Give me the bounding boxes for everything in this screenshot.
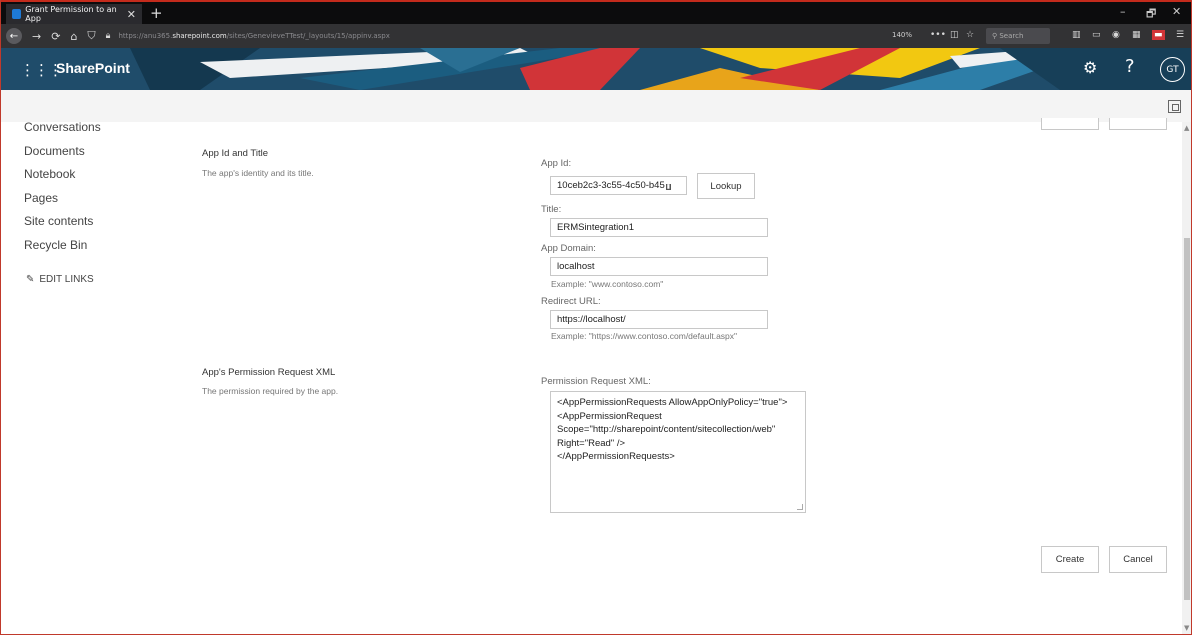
section-title-permission-xml: App's Permission Request XML	[202, 367, 336, 378]
permission-xml-textarea[interactable]: <AppPermissionRequests AllowAppOnlyPolic…	[550, 391, 806, 513]
banner-graphic	[0, 48, 1192, 90]
app-title[interactable]: SharePoint	[56, 60, 130, 76]
close-tab-icon[interactable]: ✕	[127, 8, 136, 21]
command-bar	[0, 90, 1192, 122]
forward-arrow-icon[interactable]: →	[32, 30, 41, 43]
scroll-down-icon[interactable]: ▼	[1184, 624, 1189, 632]
section-desc-app-id: The app's identity and its title.	[202, 168, 314, 178]
redirect-url-example: Example: "https://www.contoso.com/defaul…	[551, 331, 738, 341]
sidebar-icon[interactable]: ▭	[1092, 30, 1101, 40]
account-icon[interactable]: ◉	[1112, 30, 1120, 40]
zoom-level[interactable]: 140%	[892, 31, 912, 39]
browser-tab-strip: Grant Permission to an App ✕ + – 🗗 ✕	[0, 0, 1192, 24]
app-domain-example: Example: "www.contoso.com"	[551, 279, 664, 289]
lock-icon[interactable]: 🔒︎	[106, 31, 111, 41]
extension-icon[interactable]: ▦	[1132, 30, 1141, 40]
nav-item-documents[interactable]: Documents	[24, 143, 101, 167]
menu-icon[interactable]: ☰	[1176, 30, 1184, 40]
page-actions-icon[interactable]: •••	[930, 30, 946, 40]
focus-mode-icon[interactable]	[1168, 100, 1181, 113]
cancel-button[interactable]: Cancel	[1109, 546, 1167, 573]
xml-line: </AppPermissionRequests>	[557, 451, 675, 462]
xml-line: <AppPermissionRequests AllowAppOnlyPolic…	[557, 397, 788, 408]
scroll-up-icon[interactable]: ▲	[1184, 124, 1189, 132]
addon-badge-icon[interactable]: ▬	[1152, 30, 1165, 40]
close-window-button[interactable]: ✕	[1172, 5, 1181, 18]
minimize-button[interactable]: –	[1120, 5, 1126, 18]
scrollbar-thumb[interactable]	[1184, 238, 1190, 600]
top-create-button[interactable]	[1041, 118, 1099, 130]
edit-links-button[interactable]: ✎ EDIT LINKS	[26, 274, 94, 285]
browser-search-input[interactable]: ⚲ Search	[986, 28, 1050, 44]
browser-nav-bar: ← → ⟳ ⌂ ⛉ 🔒︎ https://anu365.sharepoint.c…	[0, 24, 1192, 48]
home-icon[interactable]: ⌂	[70, 30, 77, 43]
bookmark-star-icon[interactable]: ☆	[966, 30, 974, 40]
nav-item-pages[interactable]: Pages	[24, 190, 101, 214]
nav-item-site-contents[interactable]: Site contents	[24, 213, 101, 237]
shield-icon[interactable]: ⛉	[87, 29, 95, 43]
gear-icon[interactable]: ⚙	[1083, 58, 1097, 77]
app-id-input[interactable]: 10ceb2c3-3c55-4c50-b45 ▮	[550, 176, 687, 195]
section-desc-permission-xml: The permission required by the app.	[202, 386, 339, 396]
app-id-label: App Id:	[541, 158, 572, 169]
create-button[interactable]: Create	[1041, 546, 1099, 573]
permission-xml-label: Permission Request XML:	[541, 376, 651, 387]
pocket-icon[interactable]: ◫	[950, 30, 959, 40]
edit-links-label: EDIT LINKS	[39, 274, 94, 285]
sharepoint-suite-bar: ⋮⋮⋮ SharePoint ⚙ ? GT	[0, 48, 1192, 90]
xml-line: Right="Read" />	[557, 437, 626, 449]
restore-button[interactable]: 🗗	[1146, 5, 1156, 24]
sharepoint-favicon-icon	[12, 9, 22, 19]
tab-title: Grant Permission to an App	[25, 5, 117, 23]
nav-item-conversations[interactable]: Conversations	[24, 119, 101, 143]
url-field[interactable]: https://anu365.sharepoint.com/sites/Gene…	[118, 32, 389, 40]
left-navigation: Conversations Documents Notebook Pages S…	[24, 119, 101, 260]
nav-item-notebook[interactable]: Notebook	[24, 166, 101, 190]
redirect-url-label: Redirect URL:	[541, 296, 601, 307]
app-domain-label: App Domain:	[541, 243, 596, 254]
title-input[interactable]: ERMSintegration1	[550, 218, 768, 237]
redirect-url-input[interactable]: https://localhost/	[550, 310, 768, 329]
avatar[interactable]: GT	[1160, 57, 1185, 82]
section-title-app-id: App Id and Title	[202, 148, 269, 159]
title-label: Title:	[541, 204, 562, 215]
resize-handle-icon[interactable]	[797, 504, 803, 510]
reload-icon[interactable]: ⟳	[51, 30, 60, 43]
xml-line: <AppPermissionRequest	[557, 410, 662, 422]
top-cancel-button[interactable]	[1109, 118, 1167, 130]
app-domain-input[interactable]: localhost	[550, 257, 768, 276]
library-icon[interactable]: ▥	[1072, 30, 1081, 40]
new-tab-button[interactable]: +	[150, 4, 163, 22]
xml-line: Scope="http://sharepoint/content/sitecol…	[557, 424, 776, 435]
pencil-icon: ✎	[26, 274, 35, 285]
browser-tab[interactable]: Grant Permission to an App ✕	[6, 4, 142, 24]
nav-item-recycle-bin[interactable]: Recycle Bin	[24, 237, 101, 261]
text-cursor-icon: ▮	[665, 184, 672, 190]
back-arrow-icon[interactable]: ←	[6, 28, 22, 44]
lookup-button[interactable]: Lookup	[697, 173, 755, 199]
help-icon[interactable]: ?	[1125, 56, 1135, 77]
